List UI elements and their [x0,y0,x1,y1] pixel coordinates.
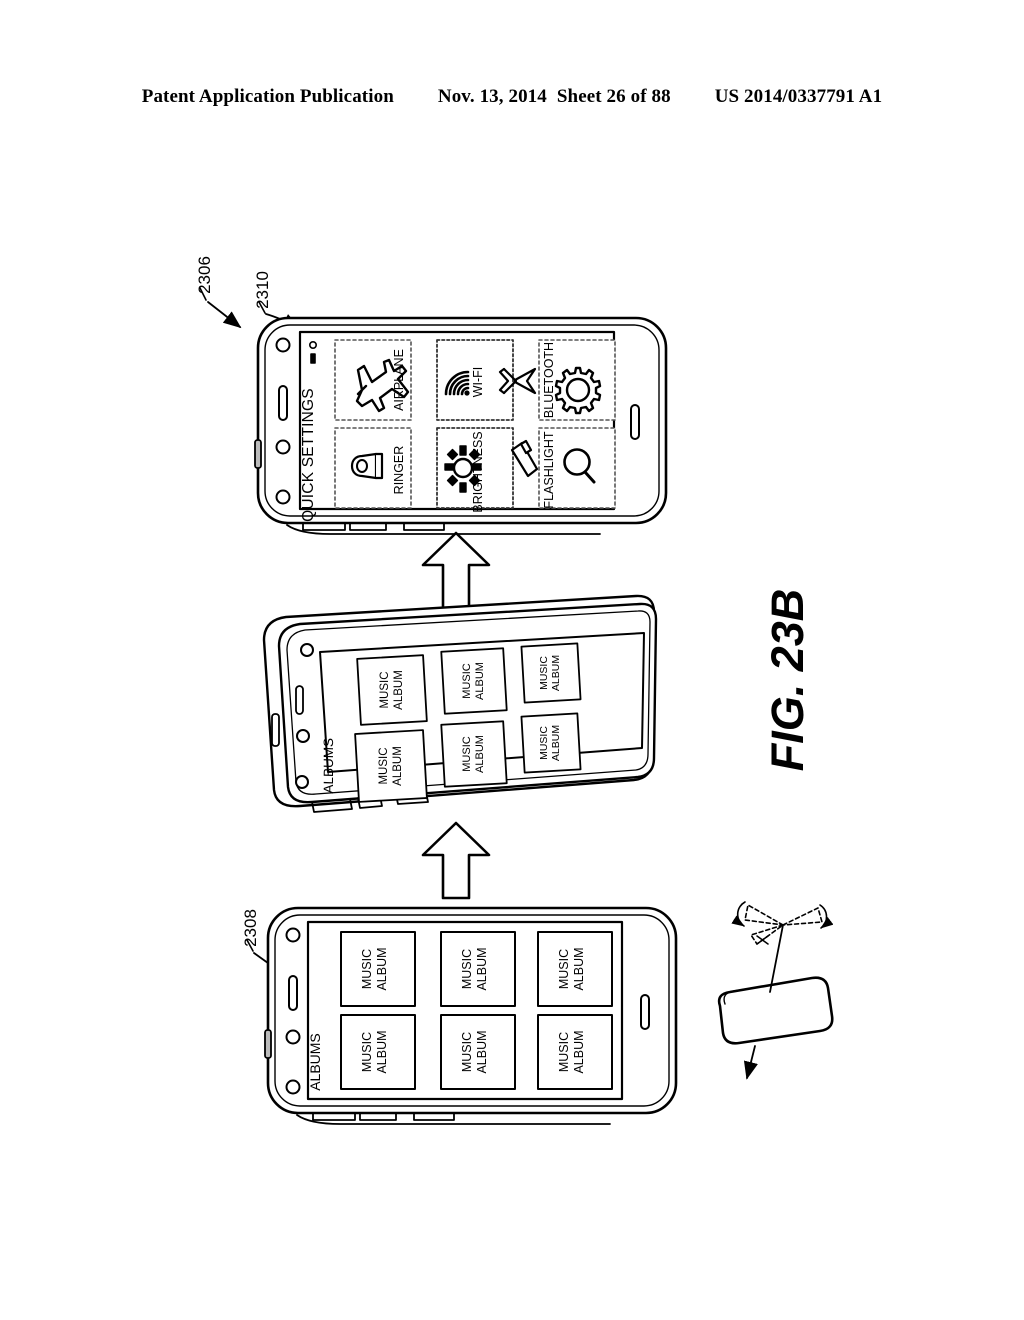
figure-label: FIG. 23B [762,589,813,772]
album-tile-line1: MUSIC [378,747,390,784]
albums-title: ALBUMS [321,738,336,794]
tile-wifi-label: WI-FI [471,367,485,398]
album-tile[interactable]: MUSIC ALBUM [537,931,613,1007]
album-tile[interactable]: MUSIC ALBUM [537,1014,613,1090]
home-sensor-icon [275,489,291,505]
album-tile[interactable]: MUSIC ALBUM [440,647,508,715]
album-tile-line1: MUSIC [379,671,391,708]
phone-middle-albums[interactable]: ALBUMS MUSIC ALBUM MUSIC ALBUM MUSIC ALB… [262,594,658,813]
album-tile-line1: MUSIC [538,726,550,760]
album-tile[interactable]: MUSIC ALBUM [440,931,516,1007]
ref-2306-text: 2306 [195,256,214,294]
sensor-icon [296,729,310,743]
album-tile-line1: MUSIC [461,663,473,699]
status-battery-icon [310,353,316,364]
album-tile-line1: MUSIC [557,1032,571,1072]
album-tile-line2: ALBUM [550,655,562,691]
sensor-icon [285,1029,301,1045]
album-tile[interactable]: MUSIC ALBUM [440,1014,516,1090]
album-tile-line2: ALBUM [572,947,586,990]
gesture-device-outline [717,976,834,1045]
earpiece-speaker [278,385,288,421]
album-tile[interactable]: MUSIC ALBUM [354,729,428,803]
album-tile-line2: ALBUM [474,735,486,773]
album-tile-line1: MUSIC [360,1032,374,1072]
power-button[interactable] [264,1029,272,1059]
gesture-axis-line [769,924,784,993]
album-tile-line1: MUSIC [538,656,550,690]
ref-2308-text: 2308 [241,909,260,947]
quick-settings-title: QUICK SETTINGS [300,388,317,522]
bottom-speaker [630,404,640,440]
tile-airplane-label: AIRPLANE [392,349,406,411]
camera-icon [285,927,301,943]
gear-icon [554,366,602,415]
album-tile-line2: ALBUM [572,1030,586,1073]
tile-brightness-label: BRIGHTNESS [471,431,485,512]
album-tile-line1: MUSIC [360,949,374,989]
home-sensor-icon [295,775,309,789]
album-tile-line2: ALBUM [393,670,405,710]
ref-2310-text: 2310 [253,271,272,309]
gesture-rotation-cones [744,904,823,945]
album-tile-line2: ALBUM [375,947,389,990]
phone-top-quick-settings[interactable]: QUICK SETTINGS AIRPLANE WI-FI BLUETOOTH … [254,316,668,535]
album-tile-line1: MUSIC [461,736,473,772]
tile-wifi[interactable]: WI-FI [436,339,514,421]
album-tile-line1: MUSIC [557,949,571,989]
albums-title: ALBUMS [307,1033,323,1091]
album-tile-line2: ALBUM [475,1030,489,1073]
album-tile[interactable]: MUSIC ALBUM [520,712,582,774]
album-tile[interactable]: MUSIC ALBUM [356,654,428,726]
gesture-motion-arrow [743,1045,758,1080]
ringer-bell-icon [350,452,384,480]
gesture-pivot-cross [756,935,769,945]
tile-airplane[interactable]: AIRPLANE [334,339,412,421]
phone-top-edge-tabs [286,522,601,535]
tile-bluetooth-label: BLUETOOTH [542,342,556,418]
power-button[interactable] [271,713,280,747]
bottom-speaker [640,994,650,1030]
tile-ringer[interactable]: RINGER [334,427,412,509]
tile-flashlight-label: FLASHLIGHT [542,431,556,508]
album-tile[interactable]: MUSIC ALBUM [340,1014,416,1090]
status-signal-icon [308,340,317,349]
power-button[interactable] [254,439,262,469]
phone-bottom-edge-tabs [296,1112,611,1125]
album-tile-line1: MUSIC [460,949,474,989]
figure-label-text: FIG. 23B [762,589,813,772]
transition-arrow-up-2 [421,821,491,900]
ref-2306: 2306 [195,256,242,329]
earpiece-speaker [295,685,304,715]
tile-ringer-label: RINGER [392,446,406,495]
album-tile-line2: ALBUM [550,725,562,761]
home-sensor-icon [285,1079,301,1095]
tile-brightness[interactable]: BRIGHTNESS [436,427,514,513]
album-tile[interactable]: MUSIC ALBUM [440,720,508,788]
album-tile-line2: ALBUM [474,662,486,700]
album-tile-line2: ALBUM [475,947,489,990]
album-tile-line2: ALBUM [392,746,404,786]
camera-icon [275,337,291,353]
album-tile[interactable]: MUSIC ALBUM [340,931,416,1007]
album-tile-line2: ALBUM [375,1030,389,1073]
album-tile-line1: MUSIC [460,1032,474,1072]
earpiece-speaker [288,975,298,1011]
figure-23b-drawing: FIG. 23B 2306 2310 QUICK SETTINGS AIRPLA… [0,0,1024,1320]
phone-bottom-albums[interactable]: ALBUMS MUSIC ALBUM MUSIC ALBUM MUSIC ALB… [264,906,678,1125]
sensor-icon [275,439,291,455]
camera-icon [300,643,314,657]
tilt-rotate-gesture [717,901,834,1080]
transition-arrow-up-1 [421,531,491,610]
album-tile[interactable]: MUSIC ALBUM [520,642,582,704]
